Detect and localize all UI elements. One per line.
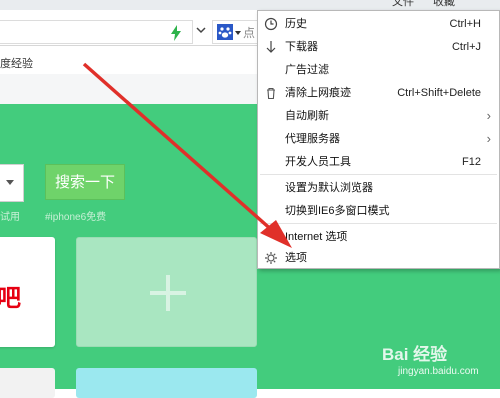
search-button[interactable]: 搜索一下: [45, 164, 125, 200]
watermark-logo: Bai 经验: [382, 345, 448, 364]
address-input[interactable]: [0, 20, 193, 44]
speed-dial-tile[interactable]: [0, 368, 55, 398]
caret-down-icon[interactable]: [235, 31, 241, 35]
chevron-right-icon: ›: [486, 108, 491, 123]
menu-item-set-default[interactable]: 设置为默认浏览器: [258, 177, 499, 199]
clock-icon: [264, 17, 278, 31]
menu-item-label: 下载器: [285, 41, 318, 53]
menu-item-label: 选项: [285, 252, 307, 264]
menu-item-shortcut: Ctrl+Shift+Delete: [397, 87, 481, 99]
menu-item-label: 代理服务器: [285, 133, 340, 145]
menu-item-proxy[interactable]: 代理服务器 ›: [258, 128, 499, 150]
menu-item-downloader[interactable]: 下载器 Ctrl+J: [258, 36, 499, 58]
menu-item-shortcut: Ctrl+H: [449, 18, 481, 30]
menu-divider: [260, 174, 497, 175]
add-tile-button[interactable]: [76, 237, 257, 347]
caret-down-icon[interactable]: [6, 180, 14, 185]
chevron-down-icon[interactable]: [196, 25, 206, 35]
hot-link[interactable]: 试用: [0, 208, 20, 223]
menu-item-label: 历史: [285, 18, 307, 30]
toolbar-strip: [0, 74, 262, 105]
bookmark-bar: 度经验: [0, 46, 262, 74]
menu-item-label: 清除上网痕迹: [285, 87, 351, 99]
menu-item-label: 广告过滤: [285, 64, 329, 76]
lightning-icon[interactable]: [170, 25, 182, 41]
menu-item-shortcut: Ctrl+J: [451, 41, 481, 53]
menu-item-label: 设置为默认浏览器: [285, 182, 373, 194]
menu-item-auto-refresh[interactable]: 自动刷新 ›: [258, 105, 499, 127]
menu-item-ad-filter[interactable]: 广告过滤: [258, 59, 499, 81]
speed-dial-tile[interactable]: 吧: [0, 237, 55, 347]
gear-icon: [265, 252, 277, 264]
trash-icon: [267, 87, 275, 100]
menu-item-label: Internet 选项: [285, 231, 348, 243]
menu-file[interactable]: 文件: [392, 0, 414, 10]
menu-item-history[interactable]: 历史 Ctrl+H: [258, 13, 499, 35]
download-arrow-icon: [266, 41, 276, 53]
hot-link[interactable]: #iphone6免费: [45, 208, 106, 223]
menu-item-dev-tools[interactable]: 开发人员工具 F12: [258, 151, 499, 173]
menu-item-clear-traces[interactable]: 清除上网痕迹 Ctrl+Shift+Delete: [258, 82, 499, 104]
watermark-url: jingyan.baidu.com: [398, 366, 479, 377]
tile-label: 吧: [0, 286, 21, 312]
menu-favorites[interactable]: 收藏: [433, 0, 455, 10]
menu-divider: [260, 223, 497, 224]
menu-item-label: 开发人员工具: [285, 156, 351, 168]
menu-item-shortcut: F12: [462, 156, 481, 168]
menu-item-internet-options[interactable]: Internet 选项: [258, 226, 499, 248]
search-input[interactable]: [0, 164, 24, 202]
address-bar-area: 点: [0, 18, 266, 46]
menu-bar: 文件 收藏: [0, 0, 500, 10]
tools-menu: 历史 Ctrl+H 下载器 Ctrl+J 广告过滤 清除上网痕迹 Ctrl+Sh…: [257, 10, 500, 269]
menu-item-label: 自动刷新: [285, 110, 329, 122]
plus-icon: [150, 275, 186, 311]
chevron-right-icon: ›: [486, 131, 491, 146]
baidu-paw-icon[interactable]: [217, 24, 233, 40]
menu-item-label: 切换到IE6多窗口模式: [285, 205, 390, 217]
search-engine-placeholder: 点: [243, 26, 256, 40]
menu-item-ie6-mode[interactable]: 切换到IE6多窗口模式: [258, 200, 499, 222]
bookmark-item[interactable]: 度经验: [0, 55, 33, 71]
menu-item-options[interactable]: 选项: [258, 247, 499, 269]
speed-dial-tile[interactable]: [76, 368, 257, 398]
